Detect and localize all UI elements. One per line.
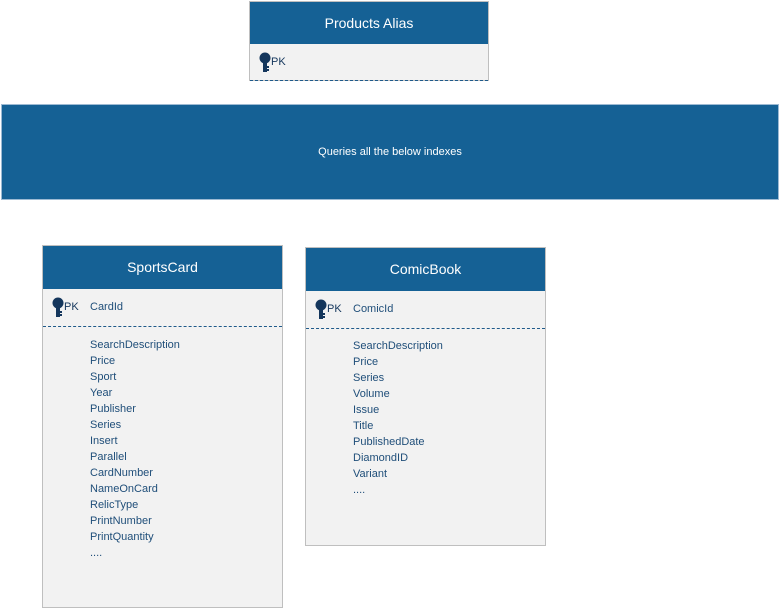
comicbook-title: ComicBook [306, 248, 545, 291]
pk-label: PK [271, 56, 286, 68]
field-item: Variant [353, 468, 388, 480]
sportscard-title: SportsCard [43, 246, 282, 289]
field-item: Series [90, 419, 122, 431]
field-item: PrintNumber [90, 515, 152, 527]
field-item: Price [90, 355, 116, 367]
query-banner[interactable]: Queries all the below indexes [1, 104, 779, 200]
field-item: RelicType [90, 499, 139, 511]
field-item: PrintQuantity [90, 531, 154, 543]
field-item: Parallel [90, 451, 127, 463]
pk-label: PK [327, 303, 342, 315]
pk-field-cardid: CardId [90, 301, 124, 313]
field-item: NameOnCard [90, 483, 158, 495]
products-alias-pk-row: PK [250, 44, 488, 81]
field-item: Year [90, 387, 113, 399]
field-item: Insert [90, 435, 118, 447]
field-item: CardNumber [90, 467, 153, 479]
products-alias-entity[interactable]: Products Alias PK [249, 1, 489, 81]
comicbook-field-list: SearchDescription Price Series Volume Is… [353, 338, 443, 498]
pk-label: PK [64, 301, 79, 313]
field-item: Volume [353, 388, 390, 400]
field-item: SearchDescription [90, 339, 180, 351]
sportscard-pk-row: PK CardId [43, 289, 282, 327]
field-item: Series [353, 372, 385, 384]
comicbook-entity[interactable]: ComicBook PK ComicId SearchDescription P… [305, 247, 546, 546]
field-item: Sport [90, 371, 117, 383]
pk-field-comicid: ComicId [353, 303, 394, 315]
field-item: PublishedDate [353, 436, 425, 448]
field-item: .... [90, 547, 103, 559]
key-icon [259, 52, 271, 72]
field-item: DiamondID [353, 452, 409, 464]
key-icon [315, 299, 327, 319]
field-item: Issue [353, 404, 380, 416]
field-item: Price [353, 356, 379, 368]
field-item: SearchDescription [353, 340, 443, 352]
key-icon [52, 297, 64, 317]
field-item: Publisher [90, 403, 136, 415]
sportscard-entity[interactable]: SportsCard PK CardId SearchDescription P… [42, 245, 283, 608]
banner-text: Queries all the below indexes [318, 146, 462, 158]
comicbook-pk-row: PK ComicId [306, 291, 545, 329]
sportscard-field-list: SearchDescription Price Sport Year Publi… [90, 337, 180, 561]
products-alias-title: Products Alias [250, 2, 488, 44]
field-item: .... [353, 484, 366, 496]
field-item: Title [353, 420, 374, 432]
